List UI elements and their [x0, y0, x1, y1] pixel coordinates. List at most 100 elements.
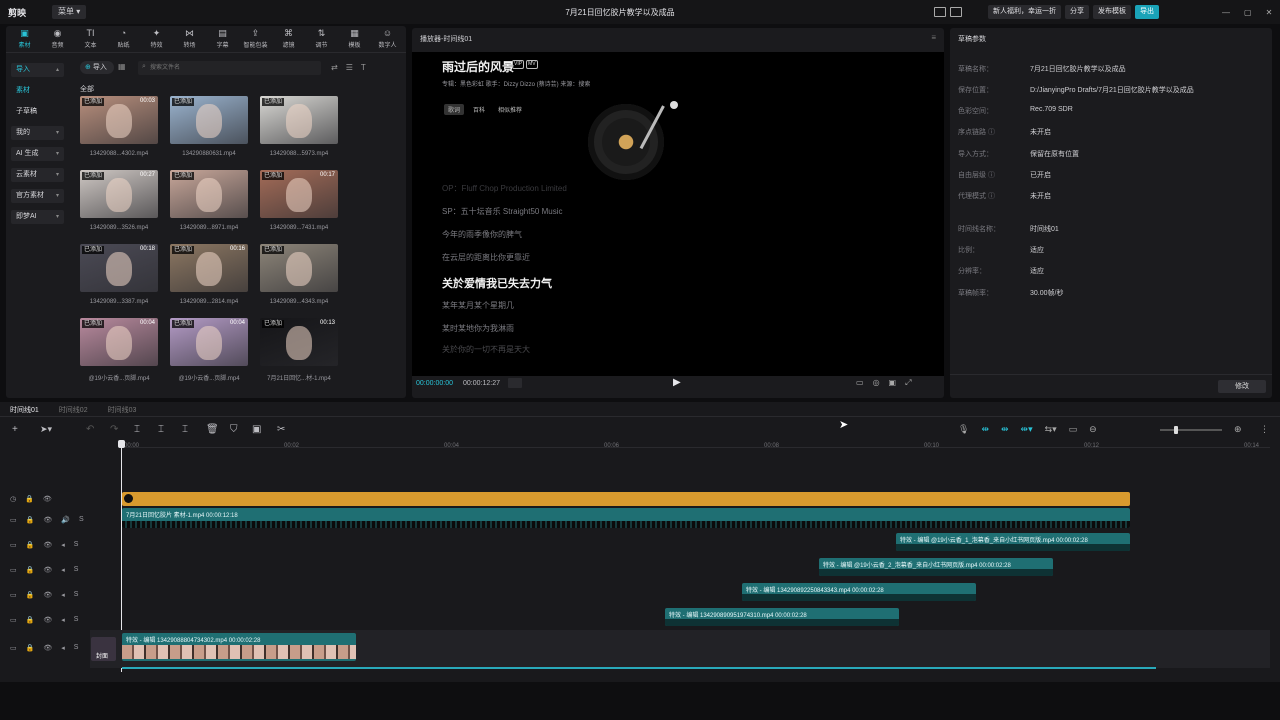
track-type-icon[interactable]: ◷ — [10, 495, 16, 503]
edit-params-button[interactable]: 修改 — [1218, 380, 1266, 393]
eye-icon[interactable]: 👁 — [43, 516, 52, 524]
tab-sticker[interactable]: ◔ 贴纸 — [107, 28, 140, 50]
playhead-handle[interactable] — [118, 440, 125, 448]
snap-icon[interactable]: ⇆▾ — [1045, 424, 1057, 435]
track-type-icon[interactable]: ▭ — [10, 644, 17, 652]
media-thumbnail[interactable]: 已添加 00:18 — [80, 244, 158, 292]
ratio-icon[interactable]: ▣ — [889, 378, 897, 388]
cover-thumbnail[interactable]: 封面 — [91, 637, 116, 661]
media-thumbnail[interactable]: 已添加 — [170, 96, 248, 144]
expand-icon[interactable]: ⤢ — [905, 378, 911, 388]
add-track-icon[interactable]: + — [12, 424, 18, 435]
sidebar-item[interactable]: 官方素材 ▾ — [11, 189, 64, 203]
solo-icon[interactable]: S — [74, 566, 79, 574]
magic-cut-icon[interactable]: ✂ — [277, 424, 285, 435]
audio-music-clip[interactable] — [122, 492, 1130, 506]
tab-caption[interactable]: ▤ 字幕 — [206, 28, 239, 50]
solo-icon[interactable]: S — [79, 516, 84, 524]
media-thumbnail[interactable]: 已添加 00:04 — [80, 318, 158, 366]
focus-icon[interactable]: ◎ — [873, 378, 880, 388]
media-thumbnail[interactable]: 已添加 00:16 — [170, 244, 248, 292]
sidebar-item[interactable]: 我的 ▾ — [11, 126, 64, 140]
track-type-icon[interactable]: ▭ — [10, 616, 17, 624]
eye-icon[interactable]: 👁 — [43, 566, 52, 574]
lock-icon[interactable]: 🔒 — [26, 644, 35, 652]
tab-text[interactable]: TI 文本 — [74, 28, 107, 50]
lock-icon[interactable]: 🔒 — [26, 516, 35, 524]
audio-toggle-icon[interactable]: ◂ — [61, 541, 65, 549]
lock-icon[interactable]: 🔒 — [26, 541, 35, 549]
fx-clip-3[interactable]: 特效 - 编辑 134290892250843343.mp4 00:00:02:… — [742, 583, 976, 601]
sidebar-item[interactable]: 子草稿 — [11, 105, 64, 119]
audio-toggle-icon[interactable]: 🔊 — [61, 516, 70, 524]
fullscreen-preview-icon[interactable]: ▭ — [856, 378, 864, 388]
fx-clip-1[interactable]: 特效 - 编辑 @19小云香_1_泡幕香_来自小红书网页版.mp4 00:00:… — [896, 533, 1130, 551]
search-input[interactable] — [150, 62, 315, 74]
eye-icon[interactable]: 👁 — [43, 644, 52, 652]
media-thumbnail[interactable]: 已添加 — [260, 244, 338, 292]
caption-sync-icon[interactable]: ▭ — [1069, 424, 1078, 435]
media-thumbnail[interactable]: 已添加 00:03 — [80, 96, 158, 144]
tab-digital-human[interactable]: ☺ 数字人 — [371, 28, 404, 50]
media-thumbnail[interactable]: 已添加 — [260, 96, 338, 144]
timecode-toggle[interactable] — [508, 378, 522, 388]
split-right-icon[interactable]: ⌶ — [182, 424, 188, 435]
link-main-icon[interactable]: ⇹ — [981, 424, 989, 435]
audio-toggle-icon[interactable]: ◂ — [61, 566, 65, 574]
track-type-icon[interactable]: ▭ — [10, 516, 17, 524]
search-box[interactable]: ⌕ — [138, 61, 321, 75]
promo-badge[interactable]: 新人福利，幸运一折 — [988, 5, 1061, 19]
song-subtab[interactable]: 百科 — [469, 104, 489, 115]
media-thumbnail[interactable]: 已添加 00:04 — [170, 318, 248, 366]
tab-smart-pack[interactable]: ⇪ 智能包装 — [239, 28, 272, 50]
tab-filter[interactable]: ⌘ 滤镜 — [272, 28, 305, 50]
zoom-out-icon[interactable]: ⊖ — [1089, 424, 1097, 435]
timeline-more-icon[interactable]: ⋮ — [1260, 424, 1269, 435]
zoom-slider-handle[interactable] — [1174, 426, 1178, 434]
media-thumbnail[interactable]: 已添加 00:17 — [260, 170, 338, 218]
lock-icon[interactable]: 🔒 — [26, 616, 35, 624]
select-tool-icon[interactable]: ➤▾ — [40, 424, 52, 435]
shield-icon[interactable]: ⛉ — [230, 424, 238, 435]
sidebar-item[interactable]: AI 生成 ▾ — [11, 147, 64, 161]
sidebar-item[interactable]: 导入 ▴ — [11, 63, 64, 77]
solo-icon[interactable]: S — [74, 591, 79, 599]
song-subtab[interactable]: 歌词 — [444, 104, 465, 115]
export-button[interactable]: 导出 — [1135, 5, 1159, 19]
sidebar-item[interactable]: 云素材 ▾ — [11, 168, 64, 182]
eye-icon[interactable]: 👁 — [43, 541, 52, 549]
song-subtab[interactable]: 相似推荐 — [494, 104, 526, 115]
share-button[interactable]: 分享 — [1065, 5, 1089, 19]
tab-adjust[interactable]: ⇅ 调节 — [305, 28, 338, 50]
monitor-icon[interactable] — [950, 7, 962, 17]
eye-icon[interactable]: 👁 — [43, 495, 52, 503]
tab-media[interactable]: ▣ 素材 — [8, 28, 41, 50]
lock-icon[interactable]: 🔒 — [26, 566, 35, 574]
solo-icon[interactable]: S — [74, 644, 79, 652]
fx-clip-4[interactable]: 特效 - 编辑 134290890951974310.mp4 00:00:02:… — [665, 608, 899, 626]
delete-icon[interactable]: 🗑 — [206, 424, 219, 435]
tab-audio[interactable]: ◉ 音频 — [41, 28, 74, 50]
grid-view-icon[interactable]: ▦ — [118, 62, 126, 71]
publish-template-button[interactable]: 发布模板 — [1093, 5, 1131, 19]
player-menu-icon[interactable]: ≡ — [931, 33, 936, 42]
solo-icon[interactable]: S — [74, 616, 79, 624]
close-icon[interactable]: ✕ — [1266, 8, 1273, 17]
timeline-tab[interactable]: 时间线03 — [108, 405, 137, 415]
cover-edit-icon[interactable]: ▣ — [252, 424, 261, 435]
solo-icon[interactable]: S — [74, 541, 79, 549]
zoom-in-icon[interactable]: ⊕ — [1234, 424, 1242, 435]
audio-toggle-icon[interactable]: ◂ — [61, 644, 65, 652]
audio-toggle-icon[interactable]: ◂ — [61, 616, 65, 624]
minimize-icon[interactable]: — — [1222, 8, 1230, 17]
fx-clip-5[interactable]: 特效 - 编辑 13429088804734302.mp4 00:00:02:2… — [122, 633, 356, 661]
track-type-icon[interactable]: ▭ — [10, 566, 17, 574]
sidebar-item[interactable]: 素材 — [11, 84, 64, 98]
redo-icon[interactable]: ↷ — [110, 424, 118, 435]
view-options[interactable]: ⇄☰T — [331, 63, 374, 72]
timeline-tab[interactable]: 时间线02 — [59, 405, 88, 415]
lock-icon[interactable]: 🔒 — [26, 591, 35, 599]
preview-axis-icon[interactable]: ⇹▾ — [1021, 424, 1033, 435]
tab-template[interactable]: ▦ 模板 — [338, 28, 371, 50]
maximize-icon[interactable]: ▢ — [1244, 8, 1252, 17]
